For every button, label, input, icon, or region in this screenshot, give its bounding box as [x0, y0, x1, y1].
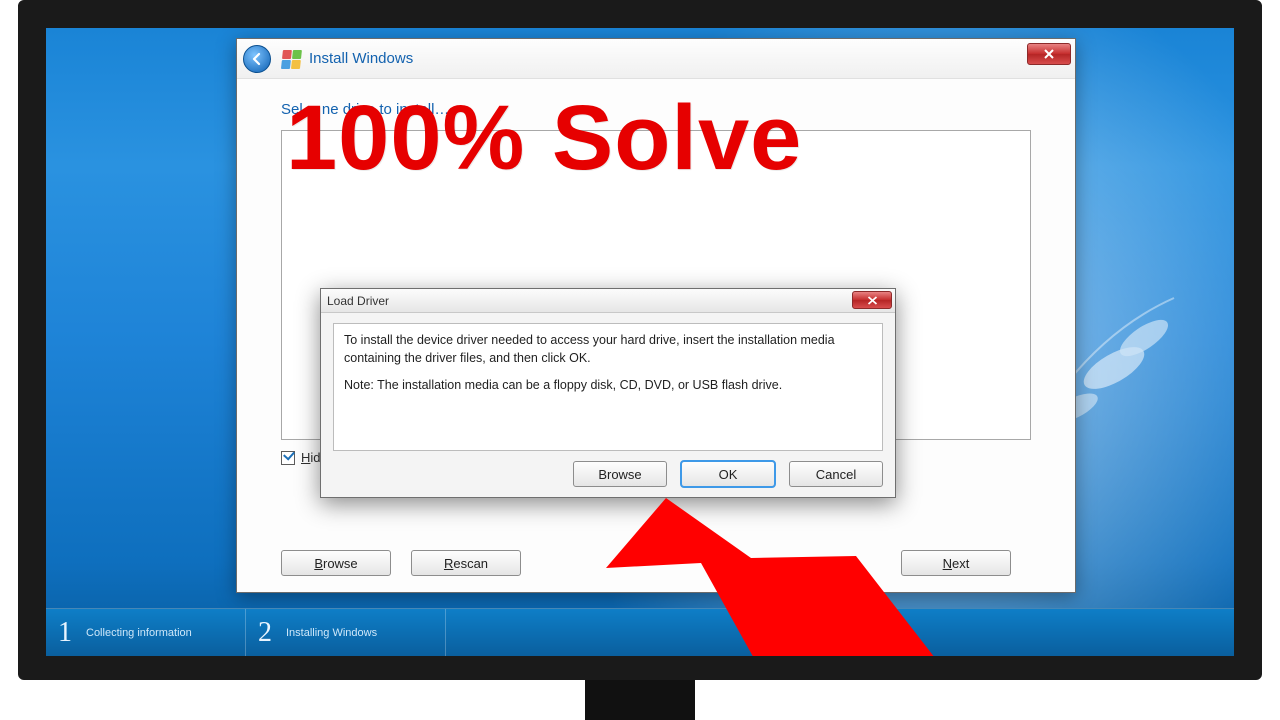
- installer-close-button[interactable]: [1027, 43, 1071, 65]
- step-2-number: 2: [258, 617, 272, 649]
- back-button[interactable]: [243, 45, 271, 73]
- dialog-message-line1: To install the device driver needed to a…: [344, 332, 872, 367]
- dialog-title: Load Driver: [327, 294, 389, 308]
- arrow-left-icon: [250, 52, 264, 66]
- close-icon: [1043, 49, 1055, 59]
- windows-logo-icon: [280, 49, 302, 69]
- checkbox-icon[interactable]: [281, 451, 295, 465]
- installer-title: Install Windows: [309, 50, 413, 67]
- dialog-browse-button[interactable]: Browse: [573, 461, 667, 487]
- next-button[interactable]: Next: [901, 550, 1011, 576]
- load-driver-dialog: Load Driver To install the device driver…: [320, 288, 896, 498]
- desktop-background: Install Windows Sel… ne drive to install…: [46, 28, 1234, 656]
- step-1: 1 Collecting information: [46, 609, 246, 656]
- step-2: 2 Installing Windows: [246, 609, 446, 656]
- installer-titlebar[interactable]: Install Windows: [237, 39, 1075, 79]
- installer-heading: Sel… ne drive to install…: [281, 101, 1031, 118]
- dialog-titlebar[interactable]: Load Driver: [321, 289, 895, 313]
- step-2-label: Installing Windows: [286, 627, 377, 639]
- dialog-cancel-button[interactable]: Cancel: [789, 461, 883, 487]
- rescan-button[interactable]: Rescan: [411, 550, 521, 576]
- dialog-close-button[interactable]: [852, 291, 892, 309]
- browse-button[interactable]: Browse: [281, 550, 391, 576]
- dialog-message: To install the device driver needed to a…: [333, 323, 883, 451]
- monitor-stand: [585, 680, 695, 720]
- close-icon: [867, 296, 878, 305]
- step-1-number: 1: [58, 617, 72, 649]
- install-steps-bar: 1 Collecting information 2 Installing Wi…: [46, 608, 1234, 656]
- dialog-message-line2: Note: The installation media can be a fl…: [344, 377, 872, 395]
- monitor-bezel: Install Windows Sel… ne drive to install…: [18, 0, 1262, 680]
- dialog-ok-button[interactable]: OK: [681, 461, 775, 487]
- step-1-label: Collecting information: [86, 627, 192, 639]
